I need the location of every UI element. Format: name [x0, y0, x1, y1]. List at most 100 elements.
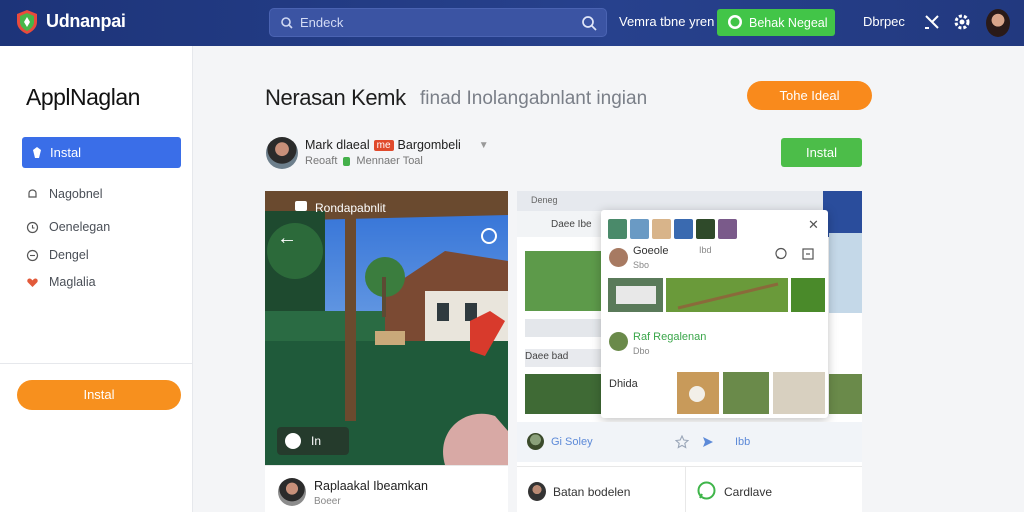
camera-icon	[295, 201, 307, 211]
avatar[interactable]	[718, 219, 737, 239]
author-meta-text-2: Mennaer Toal	[356, 155, 423, 167]
avatar[interactable]	[528, 482, 546, 501]
app-status-bar	[517, 191, 862, 211]
avatar[interactable]	[527, 433, 544, 450]
feed-thumbnail[interactable]	[829, 374, 862, 414]
sidebar-item-install[interactable]: Instal	[22, 137, 181, 168]
search-icon[interactable]	[581, 15, 597, 31]
screenshot-card-left[interactable]: Rondapabnlit ← In Raplaakal Ibeamkan Boe…	[265, 191, 508, 512]
author-name-secondary: Bargombeli	[397, 138, 461, 152]
close-icon[interactable]: ✕	[808, 217, 819, 233]
playground-photo[interactable]: Rondapabnlit ← In	[265, 191, 508, 465]
author-name: Mark dlaeal	[305, 138, 370, 152]
chevron-down-icon[interactable]: ▼	[479, 140, 489, 151]
footer-user-name: Raplaakal Ibeamkan	[314, 479, 428, 493]
footer-divider	[685, 467, 686, 512]
primary-action-button[interactable]: Tohe Ideal	[747, 81, 872, 110]
playground-scene-image	[265, 191, 508, 465]
nav-link[interactable]: Vemra tbne yren	[619, 14, 714, 29]
star-icon[interactable]	[675, 435, 689, 449]
nav-link-secondary[interactable]: Dbrpec	[863, 14, 905, 29]
app-toolbar-label: Daee Ibe	[551, 219, 592, 230]
sidebar-item-label: Oenelegan	[49, 220, 111, 234]
clock-icon	[26, 221, 39, 233]
app-header-accent	[823, 191, 862, 237]
feed-line	[525, 319, 601, 337]
bell-icon	[28, 188, 37, 198]
top-navigation-bar: Udnanpai Endeck Vemra tbne yren Behak Ne…	[0, 0, 1024, 46]
card-left-footer[interactable]: Raplaakal Ibeamkan Boeer	[265, 465, 508, 512]
reaction-pill-label: In	[311, 434, 322, 448]
sidebar-item-2[interactable]: Oenelegan	[26, 218, 110, 236]
send-icon[interactable]	[701, 435, 715, 449]
avatar[interactable]	[608, 219, 627, 239]
feed-thumbnail[interactable]	[525, 374, 601, 414]
footer-user-meta: Boeer	[314, 496, 341, 507]
popup-user-meta-2: Ibd	[699, 245, 712, 255]
search-input[interactable]: Endeck	[300, 15, 343, 30]
sidebar-item-label: Maglalia	[49, 275, 96, 289]
sidebar-item-3[interactable]: Dengel	[26, 246, 89, 264]
share-icon[interactable]	[801, 247, 815, 261]
popup-user-name: Goeole	[633, 245, 669, 257]
author-avatar[interactable]	[266, 137, 298, 169]
avatar[interactable]	[278, 478, 306, 506]
header-green-button[interactable]: Behak Negeal	[717, 9, 835, 36]
sidebar-item-1[interactable]: Nagobnel	[26, 185, 103, 203]
install-icon	[33, 147, 41, 158]
gear-icon[interactable]	[952, 12, 972, 32]
sidebar-divider	[0, 363, 192, 364]
install-button[interactable]: Instal	[781, 138, 862, 167]
reaction-pill[interactable]: In	[277, 427, 349, 455]
comment-icon[interactable]	[774, 247, 788, 261]
search-scope-icon	[281, 17, 293, 29]
footer-user-name: Batan bodelen	[553, 485, 631, 499]
app-status-label: Deneg	[531, 195, 558, 205]
card-right-footer[interactable]: Batan bodelen Cardlave	[517, 466, 862, 512]
popup-user2-name: Raf Regalenan	[633, 331, 707, 343]
feed-thumbnail[interactable]	[829, 233, 862, 313]
author-meta-text: Reoaft	[305, 155, 338, 167]
search-bar[interactable]: Endeck	[269, 8, 607, 37]
photo-title: Rondapabnlit	[315, 201, 386, 215]
avatar[interactable]	[609, 332, 628, 351]
sidebar-item-4[interactable]: Maglalia	[26, 273, 96, 291]
footer-chat-label: Cardlave	[724, 485, 773, 499]
feed-action-row[interactable]: Gi Soley Ibb	[517, 422, 862, 462]
avatar[interactable]	[696, 219, 715, 239]
back-arrow-icon[interactable]: ←	[277, 227, 297, 250]
avatar[interactable]	[674, 219, 693, 239]
author-name-line[interactable]: Mark dlaeal me Bargombeli ▼	[305, 138, 489, 152]
tools-icon[interactable]	[922, 12, 942, 32]
page-title: Nerasan Kemk	[265, 85, 406, 110]
header-green-button-label: Behak Negeal	[749, 15, 828, 30]
heart-icon	[27, 277, 38, 287]
page-subtitle: finad Inolangabnlant ingian	[420, 88, 648, 109]
shield-logo-icon[interactable]	[16, 9, 38, 35]
screenshot-card-right[interactable]: Deneg Daee Ibe ✕ Goeole Ibd Sbo Raf Rega…	[517, 191, 862, 512]
chat-icon	[728, 15, 742, 29]
sidebar: ApplNaglan Instal Nagobnel Oenelegan Den…	[0, 46, 193, 512]
feed-row-label-2: Ibb	[735, 436, 751, 448]
avatar-strip[interactable]	[608, 219, 737, 239]
user-avatar[interactable]	[986, 9, 1010, 37]
chat-icon[interactable]	[697, 481, 716, 500]
popup-photo-strip[interactable]	[608, 278, 825, 312]
avatar[interactable]	[652, 219, 671, 239]
avatar[interactable]	[630, 219, 649, 239]
brand-name[interactable]: Udnanpai	[46, 11, 126, 32]
emoji-icon[interactable]	[481, 228, 497, 244]
popup-photo-grid[interactable]	[677, 372, 825, 414]
post-popup[interactable]: ✕ Goeole Ibd Sbo Raf Regalenan Dbo Dhida	[601, 210, 828, 418]
feed-row-label: Gi Soley	[551, 436, 593, 448]
author-meta: Reoaft Mennaer Toal	[305, 155, 423, 167]
sidebar-install-button[interactable]: Instal	[17, 380, 181, 410]
popup-user2-meta: Dbo	[633, 346, 650, 356]
sidebar-title: ApplNaglan	[26, 84, 140, 110]
message-bubble-icon	[285, 433, 301, 449]
sidebar-item-label: Dengel	[49, 248, 89, 262]
avatar[interactable]	[609, 248, 628, 267]
popup-section-label: Dhida	[609, 378, 638, 390]
feed-thumbnail[interactable]	[525, 251, 601, 311]
author-tag-badge: me	[373, 139, 394, 151]
